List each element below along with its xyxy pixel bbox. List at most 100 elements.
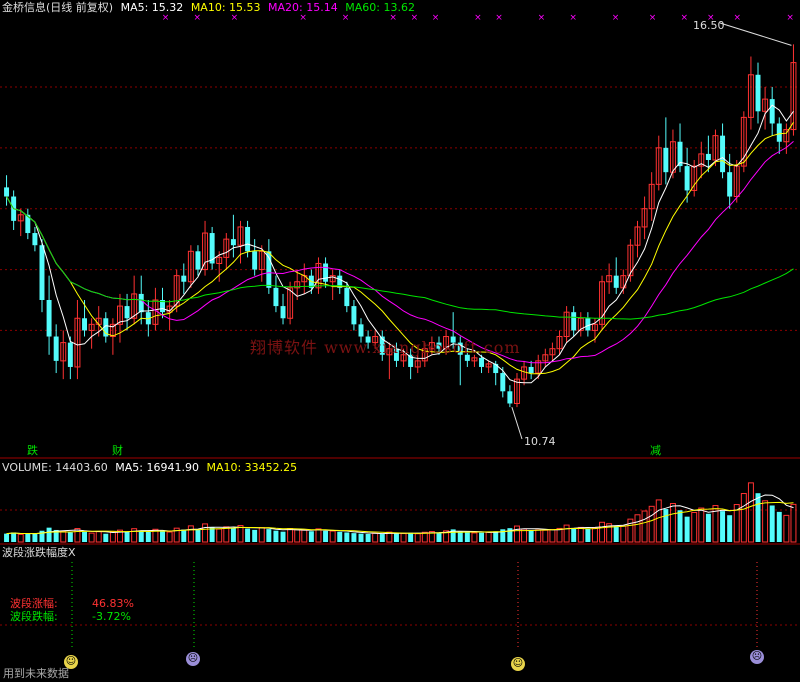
volume-bar: [669, 503, 676, 543]
volume-bar: [727, 515, 733, 542]
volume-bar: [663, 509, 669, 542]
signal-jian: 减: [650, 444, 661, 457]
candle-body: [280, 306, 286, 319]
volume-bar: [103, 533, 109, 542]
volume-bar: [209, 527, 215, 542]
volume-bar: [280, 531, 286, 542]
ma20-line: [6, 141, 794, 364]
candle-body: [776, 123, 782, 142]
volume-bar: [563, 524, 570, 543]
volume-ma10-readout: MA10: 33452.25: [206, 461, 298, 474]
volume-bar: [577, 526, 584, 543]
volume-bar: [166, 531, 173, 543]
candle-body: [230, 239, 236, 246]
volume-bar: [585, 528, 591, 542]
candle-body: [571, 312, 577, 331]
volume-bar: [471, 532, 478, 543]
ma10-readout: MA10: 15.53: [190, 1, 261, 14]
volume-bar: [315, 528, 322, 543]
volume-bar: [542, 529, 549, 543]
volume-bar: [613, 525, 619, 542]
volume-bar: [4, 533, 10, 542]
signal-marker: ×: [649, 13, 657, 23]
candle-body: [67, 342, 73, 367]
volume-bar: [528, 530, 534, 542]
volume-bar: [344, 532, 350, 542]
volume-bar: [436, 532, 442, 542]
volume-bar: [408, 532, 414, 542]
candle-body: [181, 275, 187, 282]
smile-icon: ☺: [511, 657, 525, 671]
chart-stage: × × × × × × × × × × × × × × × × × × 金桥信息(日线 前复权) MA5: 15.…: [0, 0, 800, 682]
volume-bar: [776, 511, 782, 542]
signal-marker: ×: [389, 13, 397, 23]
volume-bar: [591, 527, 598, 543]
candle-body: [507, 391, 513, 404]
volume-bar: [25, 533, 31, 542]
volume-bar: [252, 529, 258, 542]
volume-bar: [67, 532, 73, 542]
candle-body: [53, 336, 59, 361]
candle-body: [479, 357, 485, 367]
volume-bar: [747, 482, 754, 543]
volume-bar: [620, 525, 627, 543]
candle-body: [755, 74, 761, 112]
volume-readout: VOLUME: 14403.60: [2, 461, 108, 474]
volume-bar: [705, 513, 711, 542]
ma60-line: [6, 196, 794, 320]
volume-bar: [393, 533, 399, 542]
watermark: 翔博软件 www.xiangbosoft.com: [250, 338, 521, 357]
volume-bar: [181, 529, 187, 542]
signal-marker: ×: [569, 13, 577, 23]
candle-body: [720, 135, 726, 173]
volume-bar: [223, 526, 230, 543]
volume-bar: [11, 532, 17, 542]
volume-bar: [677, 510, 683, 542]
stock-title: 金桥信息(日线 前复权): [2, 1, 114, 14]
volume-bar: [783, 514, 790, 543]
frown-icon: ☹: [750, 650, 764, 664]
low-pointer: [511, 406, 523, 440]
signal-marker: ×: [681, 13, 689, 23]
candle-body: [323, 263, 329, 282]
volume-bar: [691, 511, 698, 543]
volume-bar: [266, 529, 272, 542]
volume-bar: [294, 529, 301, 543]
volume-bar: [46, 527, 52, 542]
price-header: 金桥信息(日线 前复权) MA5: 15.32 MA10: 15.53 MA20…: [2, 1, 419, 14]
footer-note: 用到未来数据: [3, 667, 69, 680]
wave-down-value: -3.72%: [92, 610, 131, 623]
candle-body: [245, 226, 251, 252]
wave-up-value: 46.83%: [92, 597, 134, 610]
signal-marker: ×: [432, 13, 440, 23]
frown-icon: ☹: [186, 652, 200, 666]
volume-bar: [698, 507, 705, 543]
volume-bar: [571, 528, 577, 542]
volume-bar: [351, 533, 357, 542]
signal-marker: ×: [612, 13, 620, 23]
volume-bar: [32, 533, 38, 542]
ma60-readout: MA60: 13.62: [345, 1, 415, 14]
volume-bar: [160, 531, 165, 542]
candle-body: [273, 287, 279, 307]
candle-body: [613, 275, 619, 288]
candle-body: [493, 363, 499, 374]
signal-marker: ×: [538, 13, 546, 23]
ma5-readout: MA5: 15.32: [120, 1, 184, 14]
volume-bar: [655, 499, 662, 543]
volume-bar: [95, 531, 102, 543]
volume-bar: [202, 523, 209, 543]
volume-bar: [60, 530, 67, 543]
volume-bar: [329, 530, 336, 543]
candle-body: [528, 366, 534, 374]
volume-bar: [308, 531, 314, 542]
volume-bar: [414, 533, 421, 543]
volume-bar: [684, 516, 690, 542]
candle-body: [351, 306, 357, 325]
candle-body: [252, 251, 258, 270]
volume-bar: [549, 529, 556, 543]
volume-bar: [287, 528, 294, 543]
volume-bar: [323, 530, 329, 542]
volume-bar: [720, 511, 726, 542]
volume-bar: [187, 525, 194, 543]
